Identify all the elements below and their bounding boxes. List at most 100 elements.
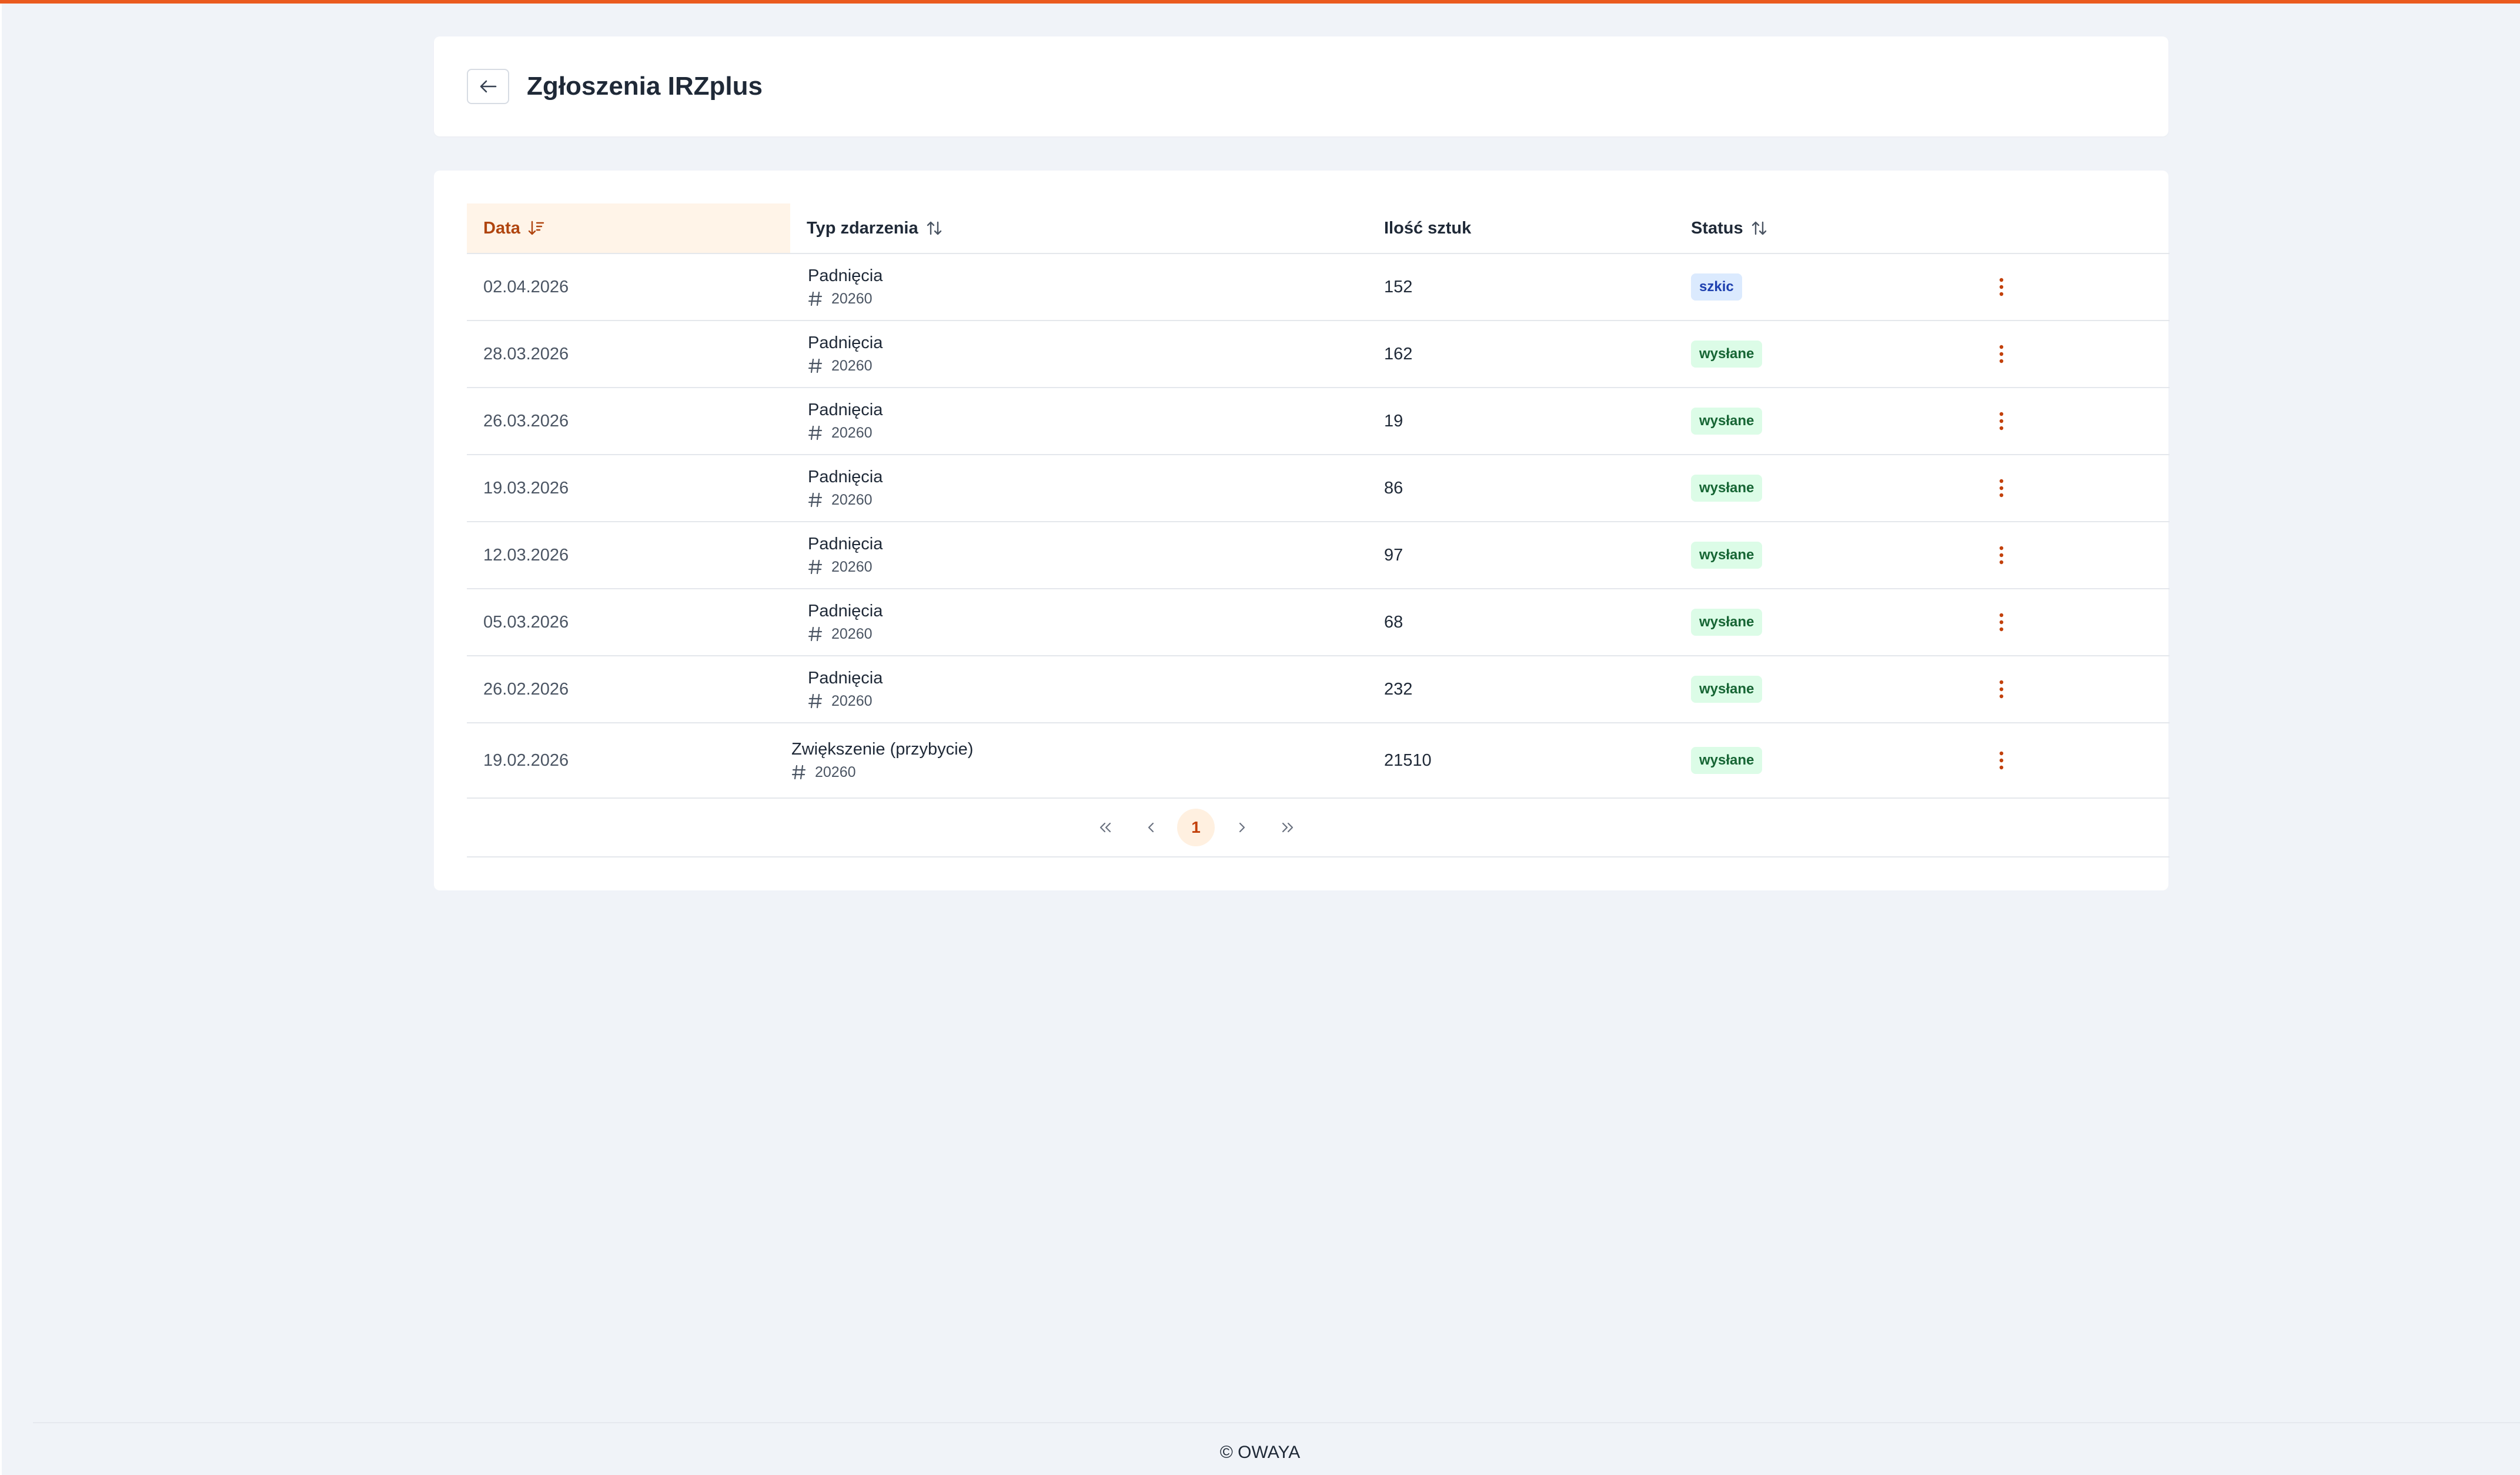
row-event-type-name: Padnięcia — [808, 333, 883, 352]
row-event-type: Zwiększenie (przybycie) 20260 — [791, 723, 973, 797]
column-header-qty: Ilość sztuk — [1368, 203, 1673, 253]
pagination-next-button[interactable] — [1223, 809, 1261, 846]
hash-icon — [808, 492, 823, 508]
kebab-menu-icon — [1999, 751, 2004, 770]
double-chevron-right-icon — [1282, 822, 1294, 833]
row-status: wysłane — [1691, 388, 1763, 454]
hash-icon — [808, 291, 823, 306]
pagination-page-1[interactable]: 1 — [1177, 809, 1215, 846]
row-actions-button[interactable] — [1990, 455, 2013, 521]
row-event-type-name: Padnięcia — [808, 468, 883, 486]
reports-table-card: Data Typ zdarzenia Ilość sztuk Status 02… — [434, 171, 2170, 890]
row-event-id-value: 20260 — [831, 358, 873, 374]
row-event-type-name: Padnięcia — [808, 669, 883, 688]
row-event-id-value: 20260 — [831, 492, 873, 508]
status-badge: wysłane — [1691, 408, 1763, 435]
row-event-id-value: 20260 — [831, 693, 873, 709]
column-header-status-label: Status — [1691, 218, 1743, 238]
row-date: 19.03.2026 — [483, 478, 569, 498]
kebab-menu-icon — [1999, 479, 2004, 498]
row-actions-button[interactable] — [1990, 321, 2013, 387]
row-actions-button[interactable] — [1990, 723, 2013, 797]
row-event-type: Padnięcia 20260 — [808, 522, 883, 588]
row-quantity: 232 — [1384, 679, 1413, 699]
row-status: wysłane — [1691, 589, 1763, 655]
row-quantity: 68 — [1384, 612, 1403, 632]
status-badge: szkic — [1691, 273, 1742, 301]
row-event-id: 20260 — [808, 690, 873, 712]
table-row[interactable]: 26.03.2026 Padnięcia 20260 19 wysłane — [467, 388, 2170, 455]
row-event-id-value: 20260 — [831, 291, 873, 307]
row-event-id: 20260 — [808, 288, 873, 309]
row-event-id: 20260 — [808, 489, 873, 510]
row-actions-button[interactable] — [1990, 589, 2013, 655]
row-actions-button[interactable] — [1990, 656, 2013, 722]
column-header-date-label: Data — [483, 218, 520, 238]
column-header-type[interactable]: Typ zdarzenia — [790, 203, 1366, 253]
table-row[interactable]: 12.03.2026 Padnięcia 20260 97 wysłane — [467, 522, 2170, 589]
sort-icon — [1752, 221, 1766, 235]
column-header-status[interactable]: Status — [1675, 203, 1968, 253]
table-row[interactable]: 26.02.2026 Padnięcia 20260 232 wysłane — [467, 656, 2170, 723]
row-event-id-value: 20260 — [831, 425, 873, 441]
sort-descending-icon — [528, 221, 544, 235]
row-quantity: 86 — [1384, 478, 1403, 498]
row-quantity: 152 — [1384, 277, 1413, 296]
table-header: Data Typ zdarzenia Ilość sztuk Status — [467, 203, 2170, 254]
status-badge: wysłane — [1691, 542, 1763, 569]
chevron-right-icon — [1239, 822, 1245, 833]
row-event-id-value: 20260 — [831, 559, 873, 575]
pagination-first-button[interactable] — [1087, 809, 1124, 846]
row-event-id: 20260 — [808, 422, 873, 443]
table-row[interactable]: 19.03.2026 Padnięcia 20260 86 wysłane — [467, 455, 2170, 522]
row-status: wysłane — [1691, 522, 1763, 588]
column-header-qty-label: Ilość sztuk — [1384, 218, 1472, 238]
row-quantity: 162 — [1384, 344, 1413, 363]
row-event-type: Padnięcia 20260 — [808, 388, 883, 454]
back-button[interactable] — [467, 69, 509, 104]
row-event-type: Padnięcia 20260 — [808, 254, 883, 320]
row-date: 28.03.2026 — [483, 344, 569, 363]
row-event-type-name: Padnięcia — [808, 266, 883, 285]
row-event-id: 20260 — [791, 762, 856, 783]
row-actions-button[interactable] — [1990, 522, 2013, 588]
hash-icon — [808, 358, 823, 373]
table-row[interactable]: 19.02.2026 Zwiększenie (przybycie) 20260 21… — [467, 723, 2170, 799]
reports-table: Data Typ zdarzenia Ilość sztuk Status 02… — [467, 203, 2170, 857]
top-accent-bar — [0, 0, 2520, 4]
row-event-id-value: 20260 — [831, 626, 873, 642]
row-status: wysłane — [1691, 723, 1763, 797]
row-event-type-name: Padnięcia — [808, 602, 883, 620]
hash-icon — [791, 765, 806, 780]
row-event-type: Padnięcia 20260 — [808, 656, 883, 722]
column-header-date[interactable]: Data — [467, 203, 790, 253]
row-date: 05.03.2026 — [483, 612, 569, 632]
status-badge: wysłane — [1691, 475, 1763, 502]
row-event-id: 20260 — [808, 556, 873, 578]
row-event-type-name: Padnięcia — [808, 535, 883, 553]
row-date: 19.02.2026 — [483, 750, 569, 770]
row-event-type: Padnięcia 20260 — [808, 589, 883, 655]
row-date: 02.04.2026 — [483, 277, 569, 296]
table-row[interactable]: 05.03.2026 Padnięcia 20260 68 wysłane — [467, 589, 2170, 656]
kebab-menu-icon — [1999, 345, 2004, 363]
left-edge — [0, 4, 2, 1475]
table-row[interactable]: 02.04.2026 Padnięcia 20260 152 szkic — [467, 254, 2170, 321]
row-actions-button[interactable] — [1990, 388, 2013, 454]
row-event-type: Padnięcia 20260 — [808, 455, 883, 521]
row-status: wysłane — [1691, 455, 1763, 521]
pagination-last-button[interactable] — [1269, 809, 1306, 846]
footer-copyright: © OWAYA — [1219, 1443, 1301, 1462]
kebab-menu-icon — [1999, 680, 2004, 699]
row-actions-button[interactable] — [1990, 254, 2013, 320]
pagination: 1 — [467, 799, 2170, 857]
table-row[interactable]: 28.03.2026 Padnięcia 20260 162 wysłane — [467, 321, 2170, 388]
page-header: Zgłoszenia IRZplus — [434, 36, 2168, 136]
row-quantity: 19 — [1384, 411, 1403, 431]
row-event-id: 20260 — [808, 623, 873, 645]
kebab-menu-icon — [1999, 278, 2004, 296]
row-event-id-value: 20260 — [815, 764, 856, 780]
row-event-id: 20260 — [808, 355, 873, 376]
row-date: 26.02.2026 — [483, 679, 569, 699]
pagination-prev-button[interactable] — [1132, 809, 1170, 846]
